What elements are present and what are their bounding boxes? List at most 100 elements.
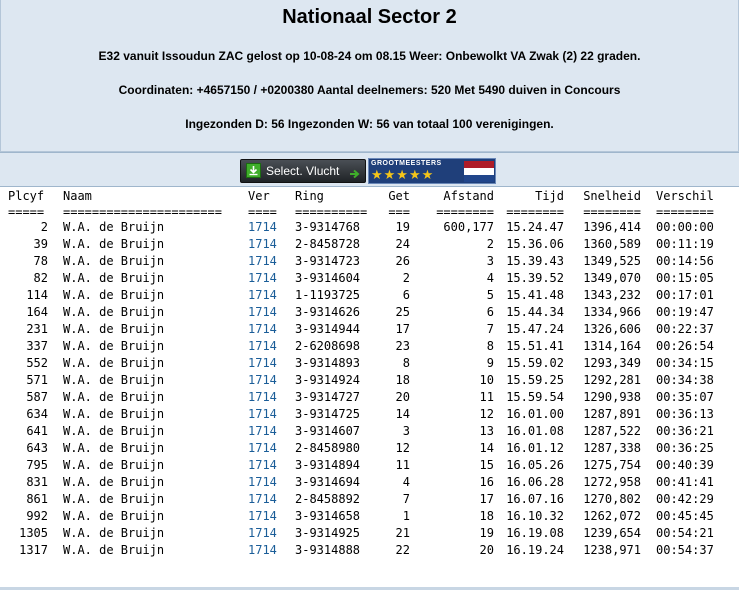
cell-afstand: 2 — [486, 237, 494, 251]
cell-snelheid: 1360,589 — [583, 237, 641, 251]
cell-tijd: 16.01.08 — [506, 424, 564, 438]
cell-ver[interactable]: 1714 — [248, 491, 277, 508]
grootmeesters-banner[interactable]: GROOTMEESTERS ★★★★★ — [368, 158, 496, 184]
cell-afstand: 12 — [479, 407, 494, 421]
cell-plcyf: 1317 — [19, 543, 48, 557]
cell-ver[interactable]: 1714 — [248, 440, 277, 457]
cell-verschil: 00:17:01 — [656, 288, 714, 302]
cell-verschil: 00:26:54 — [656, 339, 714, 353]
cell-get: 20 — [395, 390, 410, 404]
cell-verschil: 00:54:37 — [656, 543, 714, 557]
bottom-border — [0, 587, 739, 590]
cell-ver[interactable]: 1714 — [248, 372, 277, 389]
cell-afstand: 19 — [479, 526, 494, 540]
cell-ver[interactable]: 1714 — [248, 389, 277, 406]
cell-ver[interactable]: 1714 — [248, 338, 277, 355]
cell-snelheid: 1272,958 — [583, 475, 641, 489]
table-row: 39 W.A. de Bruijn 1714 2-8458728 24 2 15.36.06… — [0, 236, 739, 253]
cell-ring: 3-9314694 — [295, 475, 361, 489]
cell-plcyf: 861 — [26, 492, 48, 506]
cell-ring: 3-9314626 — [295, 305, 361, 319]
cell-ver[interactable]: 1714 — [248, 287, 277, 304]
cell-tijd: 15.39.43 — [506, 254, 564, 268]
cell-ver[interactable]: 1714 — [248, 219, 277, 236]
cell-naam: W.A. de Bruijn — [63, 509, 165, 523]
toolbar: Select. Vlucht GROOTMEESTERS ★★★★★ — [0, 153, 739, 187]
cell-afstand: 16 — [479, 475, 494, 489]
cell-snelheid: 1314,164 — [583, 339, 641, 353]
col-header-snelheid: Snelheid — [583, 189, 641, 203]
table-row: 643 W.A. de Bruijn 1714 2-8458980 12 14 16.01.… — [0, 440, 739, 457]
table-row: 337 W.A. de Bruijn 1714 2-6208698 23 8 15.51.4… — [0, 338, 739, 355]
cell-plcyf: 587 — [26, 390, 48, 404]
table-row: 552 W.A. de Bruijn 1714 3-9314893 8 9 15.59.02… — [0, 355, 739, 372]
cell-snelheid: 1275,754 — [583, 458, 641, 472]
cell-tijd: 15.47.24 — [506, 322, 564, 336]
cell-ver[interactable]: 1714 — [248, 525, 277, 542]
cell-afstand: 9 — [486, 356, 494, 370]
cell-afstand: 20 — [479, 543, 494, 557]
cell-naam: W.A. de Bruijn — [63, 390, 165, 404]
cell-ver[interactable]: 1714 — [248, 457, 277, 474]
flag-stripe-red — [464, 161, 494, 168]
cell-plcyf: 164 — [26, 305, 48, 319]
arrow-right-icon — [349, 166, 361, 184]
table-row: 587 W.A. de Bruijn 1714 3-9314727 20 11 15.59.… — [0, 389, 739, 406]
cell-ver[interactable]: 1714 — [248, 236, 277, 253]
cell-get: 6 — [402, 288, 410, 302]
cell-snelheid: 1396,414 — [583, 220, 641, 234]
cell-afstand: 11 — [479, 390, 494, 404]
cell-afstand: 17 — [479, 492, 494, 506]
cell-ver[interactable]: 1714 — [248, 542, 277, 559]
results-table: Plcyf Naam Ver Ring Get Afstand Tijd Sne… — [0, 188, 739, 559]
cell-ver[interactable]: 1714 — [248, 508, 277, 525]
cell-verschil: 00:41:41 — [656, 475, 714, 489]
cell-snelheid: 1290,938 — [583, 390, 641, 404]
cell-plcyf: 552 — [26, 356, 48, 370]
cell-ver[interactable]: 1714 — [248, 304, 277, 321]
cell-ver[interactable]: 1714 — [248, 406, 277, 423]
cell-ver[interactable]: 1714 — [248, 355, 277, 372]
cell-ring: 3-9314723 — [295, 254, 361, 268]
col-header-ver: Ver — [248, 189, 270, 203]
cell-tijd: 15.41.48 — [506, 288, 564, 302]
col-header-plcyf: Plcyf — [8, 189, 45, 203]
cell-naam: W.A. de Bruijn — [63, 373, 165, 387]
cell-afstand: 4 — [486, 271, 494, 285]
cell-snelheid: 1287,338 — [583, 441, 641, 455]
cell-ver[interactable]: 1714 — [248, 474, 277, 491]
table-separator-row: ===== ====================== ==== ======… — [0, 204, 739, 219]
cell-ver[interactable]: 1714 — [248, 423, 277, 440]
cell-plcyf: 114 — [26, 288, 48, 302]
cell-verschil: 00:11:19 — [656, 237, 714, 251]
cell-plcyf: 78 — [33, 254, 48, 268]
table-row: 231 W.A. de Bruijn 1714 3-9314944 17 7 15.47.2… — [0, 321, 739, 338]
select-flight-button[interactable]: Select. Vlucht — [240, 159, 366, 183]
cell-get: 7 — [402, 492, 410, 506]
cell-tijd: 15.59.02 — [506, 356, 564, 370]
col-header-ring: Ring — [295, 189, 324, 203]
cell-naam: W.A. de Bruijn — [63, 492, 165, 506]
cell-tijd: 15.51.41 — [506, 339, 564, 353]
cell-ver[interactable]: 1714 — [248, 321, 277, 338]
cell-plcyf: 1305 — [19, 526, 48, 540]
cell-naam: W.A. de Bruijn — [63, 356, 165, 370]
cell-snelheid: 1239,654 — [583, 526, 641, 540]
col-header-afstand: Afstand — [443, 189, 494, 203]
cell-plcyf: 795 — [26, 458, 48, 472]
cell-naam: W.A. de Bruijn — [63, 526, 165, 540]
cell-ring: 3-9314894 — [295, 458, 361, 472]
page-title: Nationaal Sector 2 — [282, 6, 457, 28]
cell-verschil: 00:36:13 — [656, 407, 714, 421]
cell-ver[interactable]: 1714 — [248, 253, 277, 270]
cell-plcyf: 641 — [26, 424, 48, 438]
select-flight-label: Select. Vlucht — [266, 164, 340, 178]
col-header-tijd: Tijd — [535, 189, 564, 203]
table-row: 78 W.A. de Bruijn 1714 3-9314723 26 3 15.39.43… — [0, 253, 739, 270]
table-header-row: Plcyf Naam Ver Ring Get Afstand Tijd Sne… — [0, 188, 739, 204]
cell-plcyf: 831 — [26, 475, 48, 489]
cell-ring: 3-9314893 — [295, 356, 361, 370]
flag-stripe-blue — [464, 175, 494, 182]
cell-ver[interactable]: 1714 — [248, 270, 277, 287]
cell-naam: W.A. de Bruijn — [63, 322, 165, 336]
